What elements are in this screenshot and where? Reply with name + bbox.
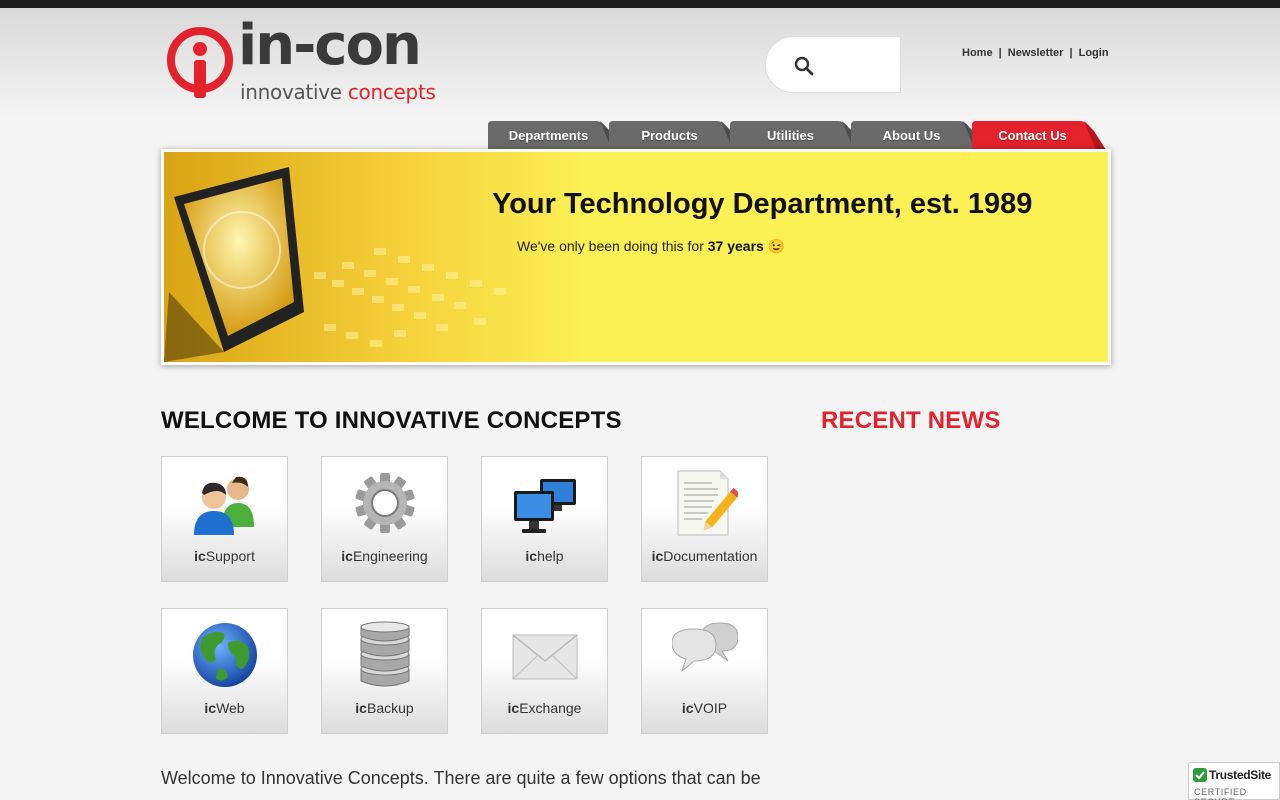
intro-text: Welcome to Innovative Concepts. There ar… [161,768,761,800]
login-link[interactable]: Login [1079,47,1109,59]
search-box[interactable] [765,36,901,93]
recent-news-heading: RECENT NEWS [821,407,1001,434]
banner-subtitle: We've only been doing this for 37 years … [517,238,786,254]
tile-label: icSupport [194,548,255,564]
gear-icon [355,473,415,533]
tile-icbackup[interactable]: icBackup [321,608,448,734]
envelope-icon [512,634,578,680]
trustedsite-title: TrustedSite [1209,768,1272,782]
tile-icdocumentation[interactable]: icDocumentation [641,456,768,582]
site-logo[interactable]: in-con innovative concepts [166,18,456,108]
database-icon [360,621,410,687]
logo-mark-icon [167,27,233,98]
tile-icvoip[interactable]: icVOIP [641,608,768,734]
tile-icweb[interactable]: icWeb [161,608,288,734]
tab-utilities[interactable]: Utilities [730,121,864,150]
tile-label: icDocumentation [651,548,758,564]
tab-contact-us[interactable]: Contact Us [972,121,1106,150]
monitor-globe-image [164,152,584,362]
tile-label: icBackup [355,700,414,716]
banner-title: Your Technology Department, est. 1989 [492,188,1033,220]
separator: | [998,47,1002,59]
globe-icon [193,623,257,687]
tile-label: ichelp [525,548,564,564]
tab-products[interactable]: Products [609,121,743,150]
tile-icsupport[interactable]: icSupport [161,456,288,582]
wink-emoji: 😉 [767,238,786,254]
document-pencil-icon [677,470,738,536]
logo-tagline: innovative concepts [240,80,436,104]
top-links: Home | Newsletter | Login [962,47,1109,59]
welcome-heading: WELCOME TO INNOVATIVE CONCEPTS [161,407,622,434]
tab-departments[interactable]: Departments [488,121,622,150]
search-input[interactable] [822,51,896,79]
tile-icengineering[interactable]: icEngineering [321,456,448,582]
newsletter-link[interactable]: Newsletter [1008,47,1064,59]
main-nav: Departments Products Utilities About Us … [488,121,1128,150]
separator: | [1069,47,1073,59]
tile-label: icEngineering [341,548,428,564]
trustedsite-badge[interactable]: TrustedSite CERTIFIED SECURE [1188,762,1280,800]
monitors-icon [514,479,576,533]
trustedsite-subtitle: CERTIFIED SECURE [1194,787,1247,800]
search-icon [794,56,814,76]
tile-label: icExchange [507,700,582,716]
home-link[interactable]: Home [962,47,993,59]
users-icon [194,476,254,535]
tile-label: icVOIP [681,700,728,716]
tile-icexchange[interactable]: icExchange [481,608,608,734]
hero-banner: Your Technology Department, est. 1989 We… [161,149,1111,365]
tile-label: icWeb [204,700,245,716]
speech-bubbles-icon [672,622,738,673]
logo-word: in-con [238,13,422,78]
tab-about-us[interactable]: About Us [851,121,985,150]
top-bar [0,0,1280,8]
tile-ichelp[interactable]: ichelp [481,456,608,582]
checkmark-icon [1193,768,1207,782]
